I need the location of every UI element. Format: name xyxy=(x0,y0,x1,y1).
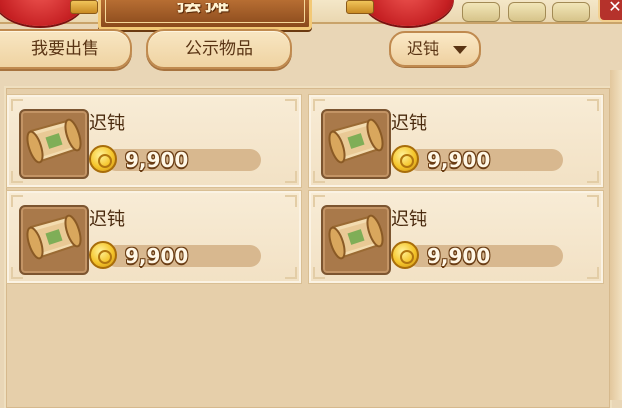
gold-coin-icon xyxy=(391,241,419,269)
lantern-cap-decoration xyxy=(346,0,374,14)
triangle-down-icon xyxy=(453,46,467,54)
scroll-icon[interactable] xyxy=(19,205,89,275)
close-icon[interactable]: ✕ xyxy=(608,0,621,16)
item-price: 9,900 xyxy=(125,148,189,172)
listing-card[interactable]: 迟钝 9,900 xyxy=(308,94,604,188)
scroll-icon[interactable] xyxy=(321,109,391,179)
scroll-decoration xyxy=(552,2,590,22)
item-price: 9,900 xyxy=(427,148,491,172)
item-price: 9,900 xyxy=(125,244,189,268)
scroll-icon[interactable] xyxy=(321,205,391,275)
listing-card[interactable]: 迟钝 9,900 xyxy=(6,94,302,188)
filter-dropdown[interactable]: 迟钝 xyxy=(389,31,481,67)
scroll-decoration xyxy=(508,2,546,22)
page-title: 摆摊 xyxy=(101,3,309,14)
item-name: 迟钝 xyxy=(89,113,125,134)
listing-card[interactable]: 迟钝 9,900 xyxy=(6,190,302,284)
item-name: 迟钝 xyxy=(391,209,427,230)
scroll-icon[interactable] xyxy=(19,109,89,179)
scroll-decoration xyxy=(462,2,500,22)
listing-card[interactable]: 迟钝 9,900 xyxy=(308,190,604,284)
panel-edge-decoration xyxy=(610,70,622,400)
gold-coin-icon xyxy=(89,145,117,173)
close-button[interactable]: ✕ xyxy=(598,0,622,22)
title-plaque: 摆摊 xyxy=(98,0,312,30)
gold-coin-icon xyxy=(391,145,419,173)
tab-sell[interactable]: 我要出售 xyxy=(0,29,132,69)
tab-public-items[interactable]: 公示物品 xyxy=(146,29,292,69)
item-price: 9,900 xyxy=(427,244,491,268)
lantern-cap-decoration xyxy=(70,0,98,14)
item-name: 迟钝 xyxy=(391,113,427,134)
item-name: 迟钝 xyxy=(89,209,125,230)
gold-coin-icon xyxy=(89,241,117,269)
filter-selected-value: 迟钝 xyxy=(407,39,440,58)
background-seal-decoration xyxy=(488,30,608,66)
